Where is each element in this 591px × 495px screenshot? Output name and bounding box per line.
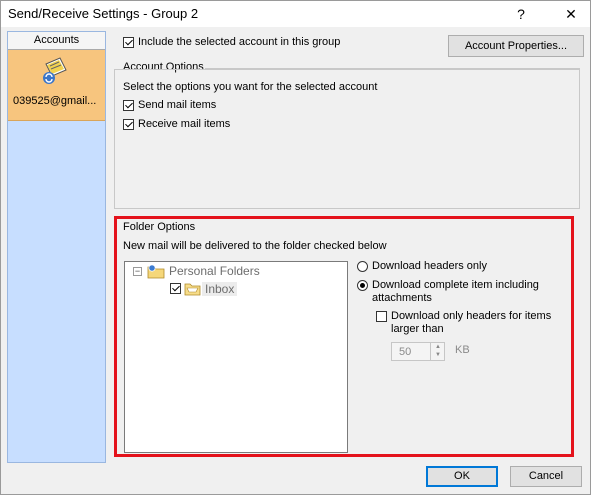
ok-button[interactable]: OK xyxy=(426,466,498,487)
help-button[interactable]: ? xyxy=(503,1,539,27)
sidebar-item-account[interactable]: 039525@gmail... xyxy=(8,50,105,121)
accounts-sidebar: Accounts 039525@gmail... xyxy=(7,31,106,463)
accounts-header: Accounts xyxy=(8,32,105,50)
close-button[interactable]: ✕ xyxy=(553,1,589,27)
account-properties-button[interactable]: Account Properties... xyxy=(448,35,584,57)
receive-mail-label: Receive mail items xyxy=(138,118,231,130)
account-email-label: 039525@gmail... xyxy=(13,95,97,107)
send-mail-label: Send mail items xyxy=(138,99,217,111)
folder-options-highlight xyxy=(114,216,574,457)
account-options-description: Select the options you want for the sele… xyxy=(123,81,378,93)
window-title: Send/Receive Settings - Group 2 xyxy=(8,6,199,21)
receive-mail-checkbox[interactable] xyxy=(123,119,134,130)
include-account-checkbox[interactable] xyxy=(123,37,134,48)
title-bar: Send/Receive Settings - Group 2 ? ✕ xyxy=(1,1,590,27)
dialog-window: Send/Receive Settings - Group 2 ? ✕ Acco… xyxy=(0,0,591,495)
cancel-button[interactable]: Cancel xyxy=(510,466,582,487)
send-mail-checkbox[interactable] xyxy=(123,100,134,111)
account-icon xyxy=(40,56,68,86)
include-account-label: Include the selected account in this gro… xyxy=(138,36,341,48)
